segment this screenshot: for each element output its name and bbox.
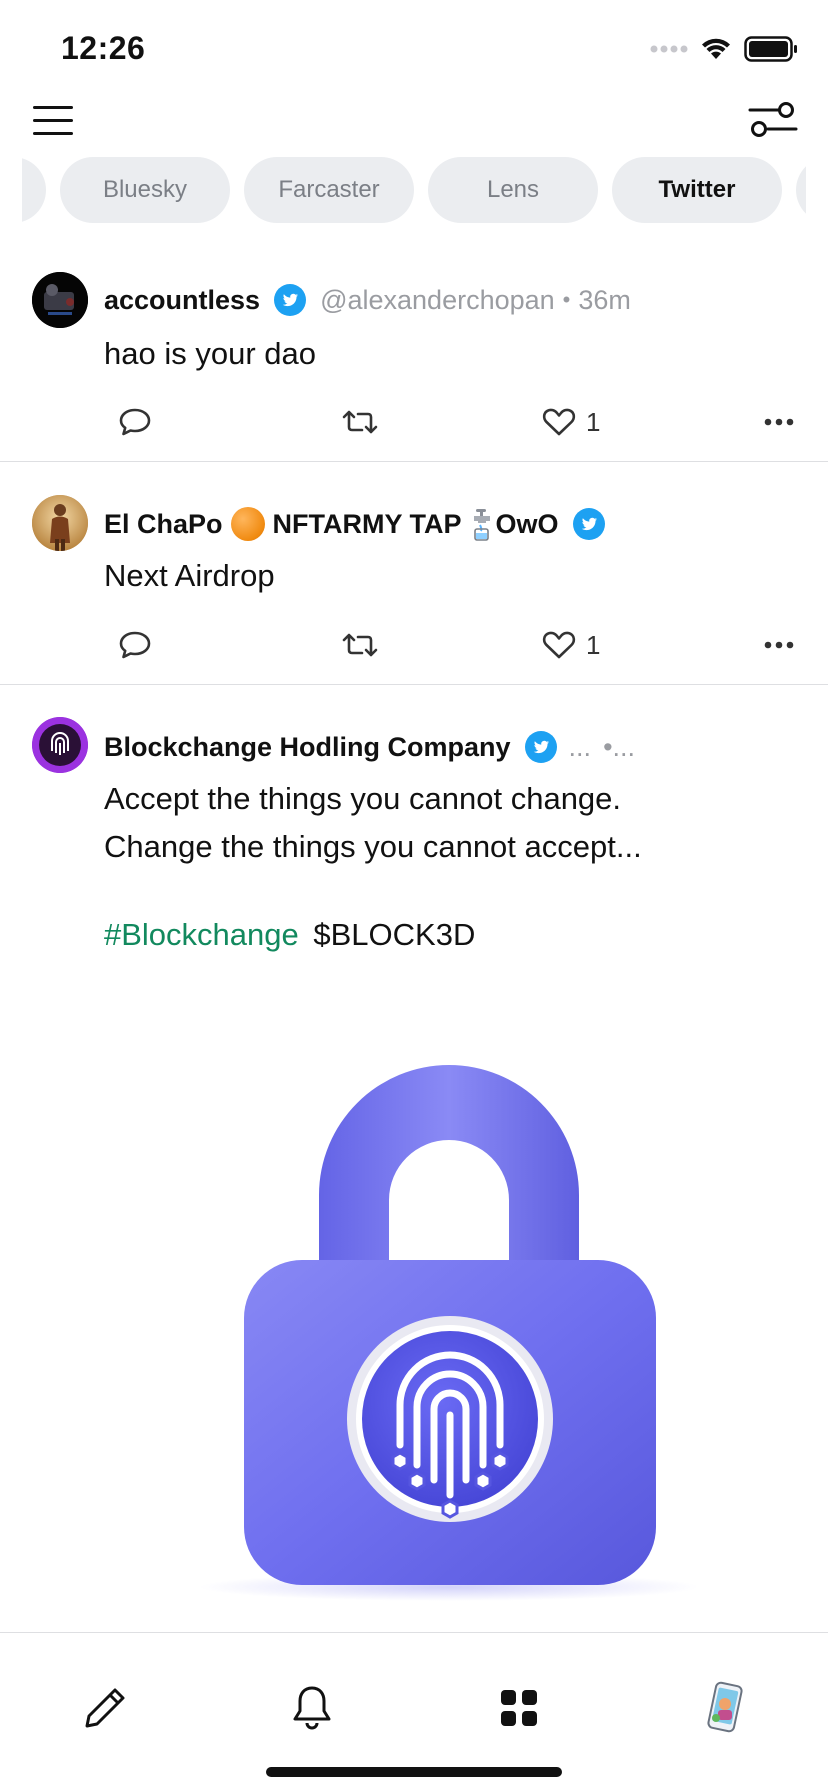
bell-icon[interactable] xyxy=(282,1678,342,1738)
tab-partial-right[interactable] xyxy=(796,157,806,223)
ticker-text: $BLOCK3D xyxy=(313,917,476,952)
bottom-tab-bar xyxy=(0,1632,828,1792)
post-text-line: Change the things you cannot accept... xyxy=(104,829,642,864)
signal-dots-icon xyxy=(650,45,688,53)
verified-twitter-icon xyxy=(274,284,307,316)
more-dots-icon xyxy=(764,641,794,649)
battery-icon xyxy=(744,36,797,62)
profile-avatar[interactable] xyxy=(694,1678,754,1738)
author-name[interactable]: Blockchange Hodling Company xyxy=(104,732,511,763)
faucet-emoji-icon xyxy=(473,509,490,541)
post-tags: #Blockchange $BLOCK3D xyxy=(104,911,798,959)
post-header: El ChaPo NFTARMY TAP OwO xyxy=(104,502,808,546)
avatar[interactable] xyxy=(32,717,88,773)
verified-twitter-icon xyxy=(524,731,557,763)
orange-circle-emoji xyxy=(230,507,265,541)
home-indicator xyxy=(266,1767,562,1777)
post-text: Next Airdrop xyxy=(104,558,275,593)
avatar[interactable] xyxy=(32,272,88,328)
repost-icon xyxy=(342,410,378,434)
more-dots-icon xyxy=(764,418,794,426)
tab-lens[interactable]: Lens xyxy=(428,157,598,223)
post-text-line: Accept the things you cannot change. xyxy=(104,781,622,816)
post-time: •... xyxy=(603,731,636,762)
author-handle[interactable]: @alexanderchopan xyxy=(320,285,555,316)
like-count: 1 xyxy=(586,406,601,437)
hashtag-link[interactable]: #Blockchange xyxy=(104,917,299,952)
verified-twitter-icon xyxy=(572,508,605,540)
separator-dot: • xyxy=(562,287,571,312)
author-name[interactable]: accountless xyxy=(104,285,260,316)
post-item[interactable]: El ChaPo NFTARMY TAP OwO Next Airdrop 1 xyxy=(0,462,828,685)
repost-button[interactable] xyxy=(340,623,380,667)
status-time: 12:26 xyxy=(61,30,146,66)
author-name[interactable]: El ChaPo xyxy=(104,509,223,540)
status-icons xyxy=(650,36,798,62)
tab-bluesky[interactable]: Bluesky xyxy=(60,157,230,223)
comment-icon xyxy=(119,408,151,436)
tab-farcaster[interactable]: Farcaster xyxy=(244,157,414,223)
reply-button[interactable] xyxy=(118,623,152,667)
like-button[interactable]: 1 xyxy=(542,623,600,667)
heart-icon xyxy=(542,408,576,436)
avatar[interactable] xyxy=(32,495,88,551)
reply-button[interactable] xyxy=(118,400,152,444)
post-header: Blockchange Hodling Company ... •... xyxy=(104,725,808,769)
comment-icon xyxy=(119,631,151,659)
tab-twitter[interactable]: Twitter xyxy=(612,157,782,223)
wifi-icon xyxy=(702,38,730,59)
more-button[interactable] xyxy=(764,623,794,667)
post-actions: 1 xyxy=(0,400,828,444)
post-text: hao is your dao xyxy=(104,336,316,371)
post-image[interactable] xyxy=(104,975,794,1635)
post-item[interactable]: accountless @alexanderchopan • 36m hao i… xyxy=(0,250,828,462)
post-time: 36m xyxy=(578,284,631,315)
tabs-track: Bluesky Farcaster Lens Twitter xyxy=(22,157,806,223)
post-header: accountless @alexanderchopan • 36m xyxy=(104,278,808,322)
author-name-suffix: NFTARMY TAP xyxy=(272,508,462,539)
filter-sliders-icon[interactable] xyxy=(748,100,798,140)
grid-icon[interactable] xyxy=(489,1678,549,1738)
author-name-tail: OwO xyxy=(495,508,559,539)
status-bar: 12:26 xyxy=(0,0,828,100)
author-handle[interactable]: ... xyxy=(569,732,592,763)
more-button[interactable] xyxy=(764,400,794,444)
pencil-icon[interactable] xyxy=(75,1678,135,1738)
like-count: 1 xyxy=(586,629,601,660)
network-tabs: Bluesky Farcaster Lens Twitter xyxy=(22,157,806,225)
repost-button[interactable] xyxy=(340,400,380,444)
repost-icon xyxy=(342,633,378,657)
heart-icon xyxy=(542,631,576,659)
post-actions: 1 xyxy=(0,623,828,667)
hamburger-menu-icon[interactable] xyxy=(32,100,74,140)
like-button[interactable]: 1 xyxy=(542,400,600,444)
post-text: Accept the things you cannot change. Cha… xyxy=(104,775,798,959)
fingerprint-padlock-icon xyxy=(104,975,794,1635)
tab-partial-left[interactable] xyxy=(22,157,46,223)
